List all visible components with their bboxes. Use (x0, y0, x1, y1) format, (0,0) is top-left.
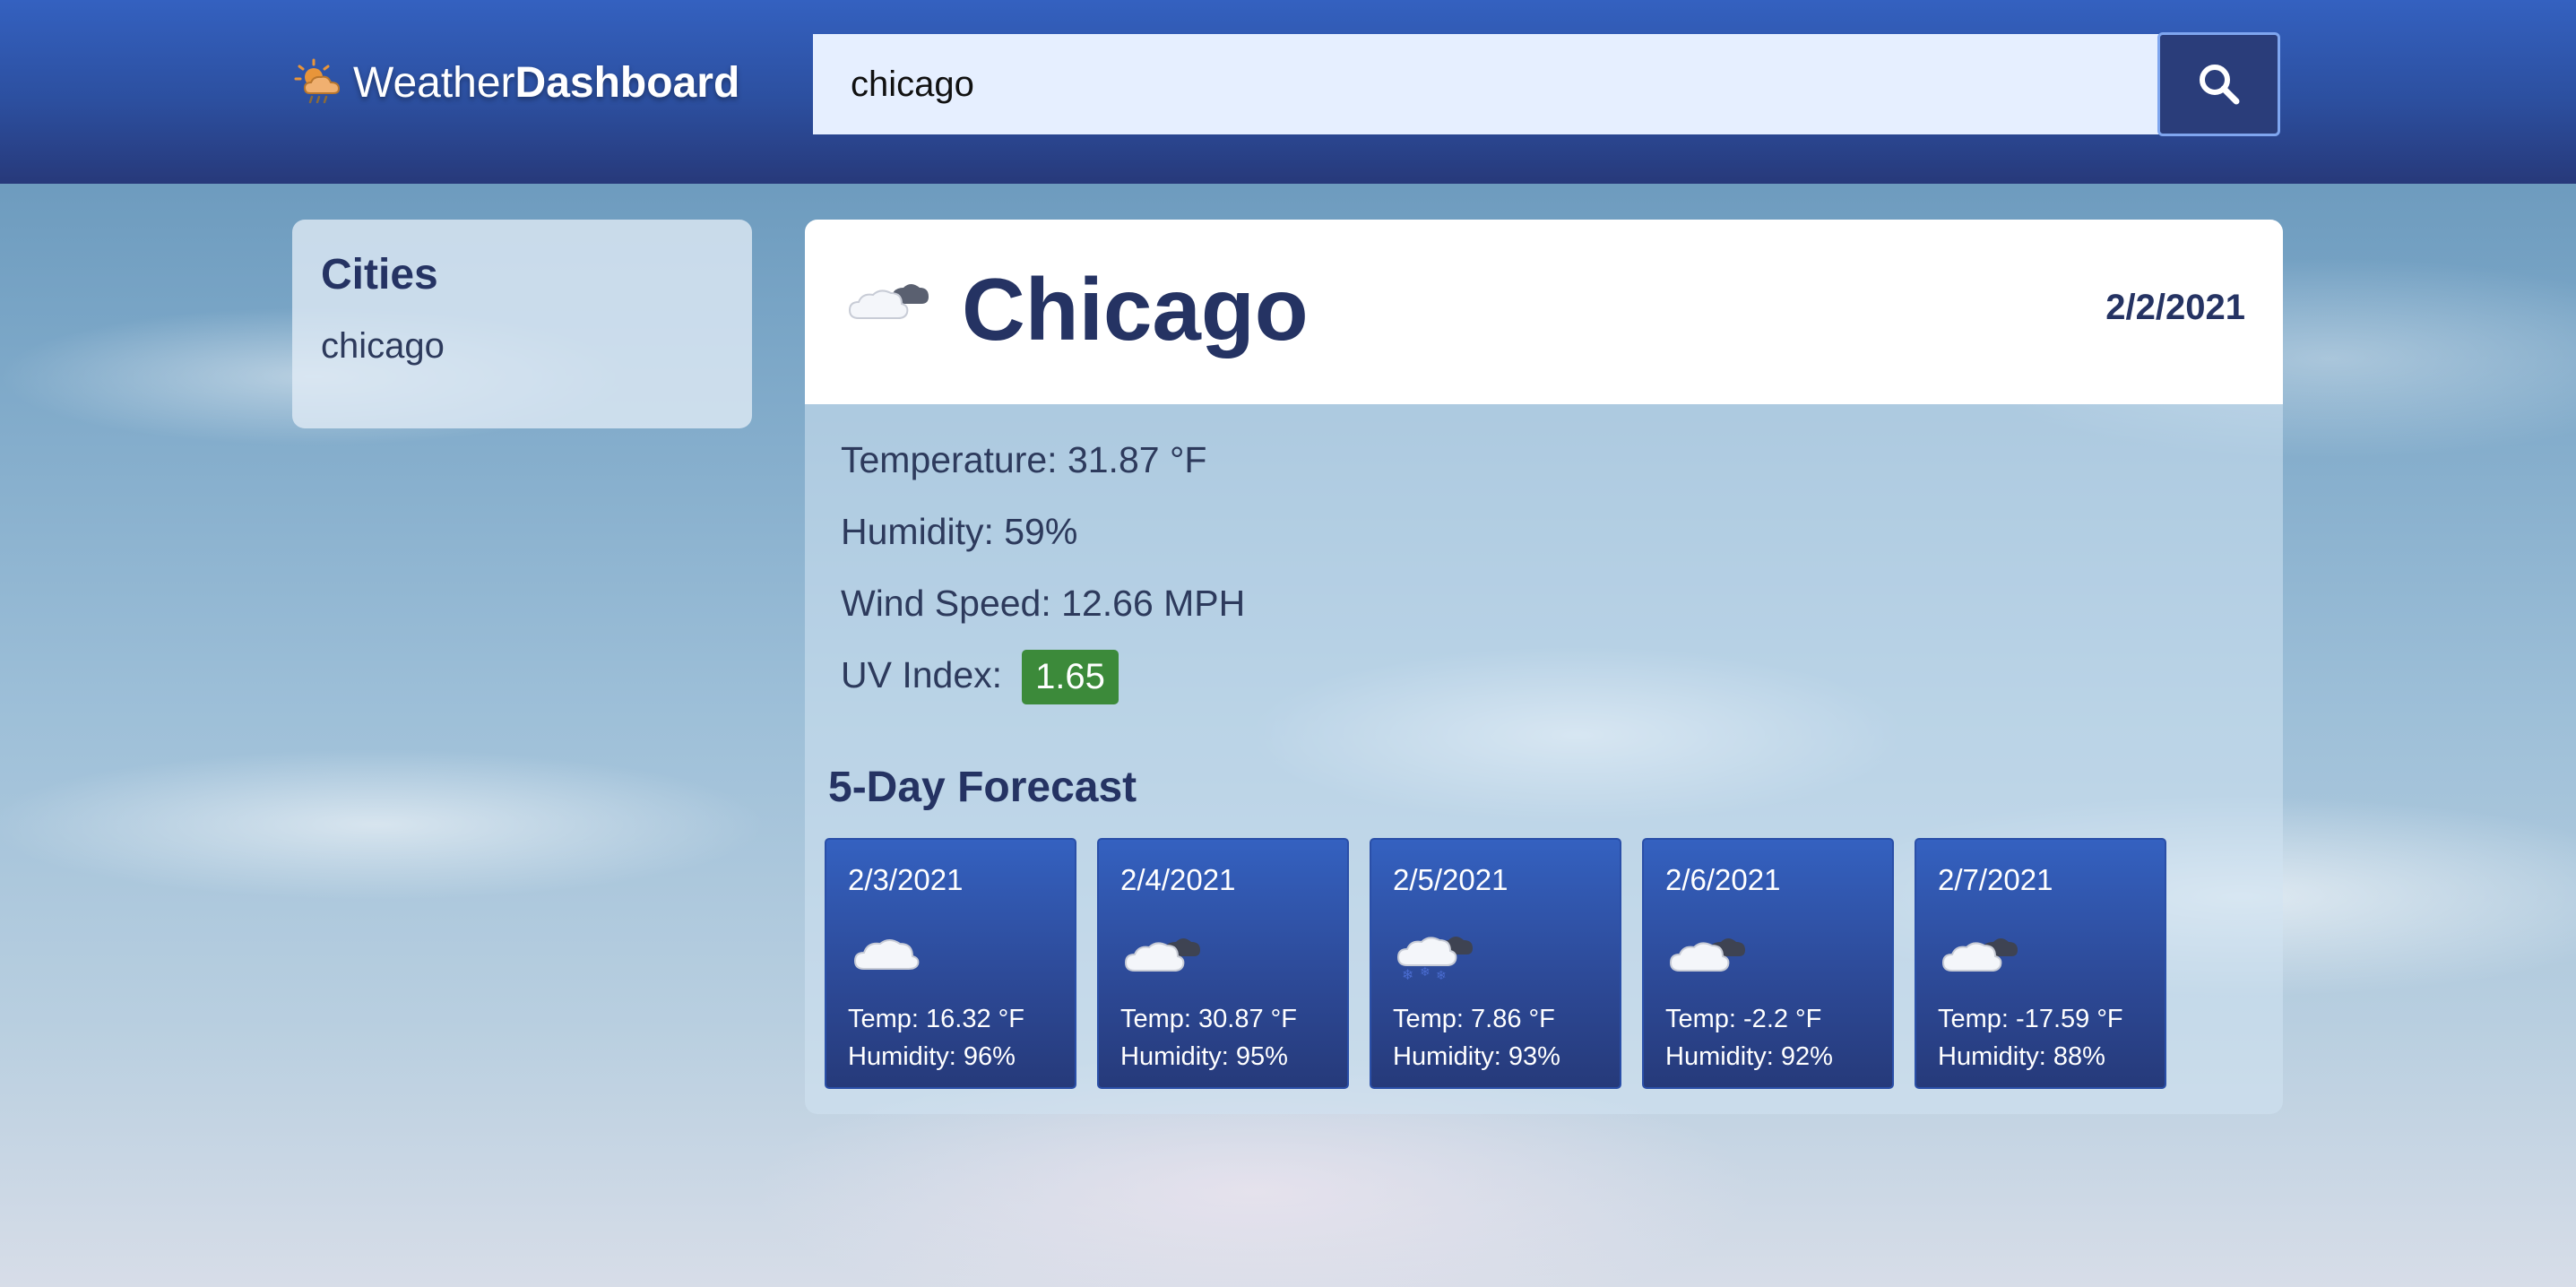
forecast-temp: Temp: 7.86 °F (1393, 1005, 1555, 1033)
forecast-date: 2/4/2021 (1120, 863, 1236, 896)
uv-index-badge: 1.65 (1022, 650, 1119, 704)
weather-logo-icon (294, 58, 341, 104)
current-weather-header: Chicago 2/2/2021 (805, 220, 2283, 404)
temperature-text: Temperature: 31.87 °F (841, 439, 1207, 480)
svg-text:❄: ❄ (1436, 969, 1447, 981)
humidity-text: Humidity: 59% (841, 511, 1078, 552)
logo-text-bold: Dashboard (514, 58, 740, 107)
forecast-title: 5-Day Forecast (828, 764, 1137, 811)
header-bar: Weather Dashboard (0, 0, 2576, 184)
forecast-temp: Temp: -17.59 °F (1938, 1005, 2123, 1033)
search-icon (2199, 65, 2239, 105)
svg-text:❄: ❄ (1402, 966, 1413, 981)
forecast-humidity: Humidity: 96% (848, 1042, 1016, 1071)
cloud-icon (853, 939, 920, 970)
cloudy-icon (1124, 938, 1200, 972)
forecast-card: 2/3/2021 Temp: 16.32 °F Humidity: 96% (825, 838, 1076, 1089)
cities-panel: Cities chicago (292, 220, 752, 428)
cities-title: Cities (321, 251, 438, 298)
current-date: 2/2/2021 (2105, 288, 2245, 327)
snow-icon: ❄ ❄ ❄ (1396, 937, 1473, 981)
cloudy-icon (848, 284, 929, 319)
uv-index-label: UV Index: (841, 654, 1003, 695)
forecast-date: 2/6/2021 (1665, 863, 1781, 896)
logo-text-light: Weather (353, 58, 515, 107)
forecast-date: 2/5/2021 (1393, 863, 1508, 896)
current-weather-panel: Chicago 2/2/2021 Temperature: 31.87 °F H… (805, 220, 2283, 1114)
forecast-temp: Temp: -2.2 °F (1665, 1005, 1822, 1033)
search-button[interactable] (2157, 32, 2280, 136)
cloudy-icon (1669, 938, 1745, 972)
city-item-chicago[interactable]: chicago (321, 326, 723, 367)
city-name: Chicago (962, 260, 1309, 358)
forecast-date: 2/7/2021 (1938, 863, 2053, 896)
app-logo: Weather Dashboard (292, 54, 739, 111)
forecast-date: 2/3/2021 (848, 863, 964, 896)
wind-speed-text: Wind Speed: 12.66 MPH (841, 583, 1246, 624)
forecast-humidity: Humidity: 93% (1393, 1042, 1560, 1071)
search-input[interactable] (813, 34, 2159, 134)
forecast-card: 2/7/2021 Temp: -17.59 °F Humidity: 88% (1915, 838, 2166, 1089)
forecast-card: 2/6/2021 Temp: -2.2 °F Humidity: 92% (1642, 838, 1894, 1089)
forecast-card: 2/5/2021 ❄ ❄ ❄ Temp: 7.86 °F Humidity: 9… (1370, 838, 1621, 1089)
search-form (813, 32, 2280, 136)
forecast-temp: Temp: 16.32 °F (848, 1005, 1024, 1033)
cloudy-icon (1941, 938, 2018, 972)
forecast-card: 2/4/2021 Temp: 30.87 °F Humidity: 95% (1097, 838, 1349, 1089)
forecast-humidity: Humidity: 88% (1938, 1042, 2105, 1071)
forecast-humidity: Humidity: 92% (1665, 1042, 1833, 1071)
forecast-temp: Temp: 30.87 °F (1120, 1005, 1297, 1033)
svg-text:❄: ❄ (1420, 965, 1431, 980)
forecast-humidity: Humidity: 95% (1120, 1042, 1288, 1071)
